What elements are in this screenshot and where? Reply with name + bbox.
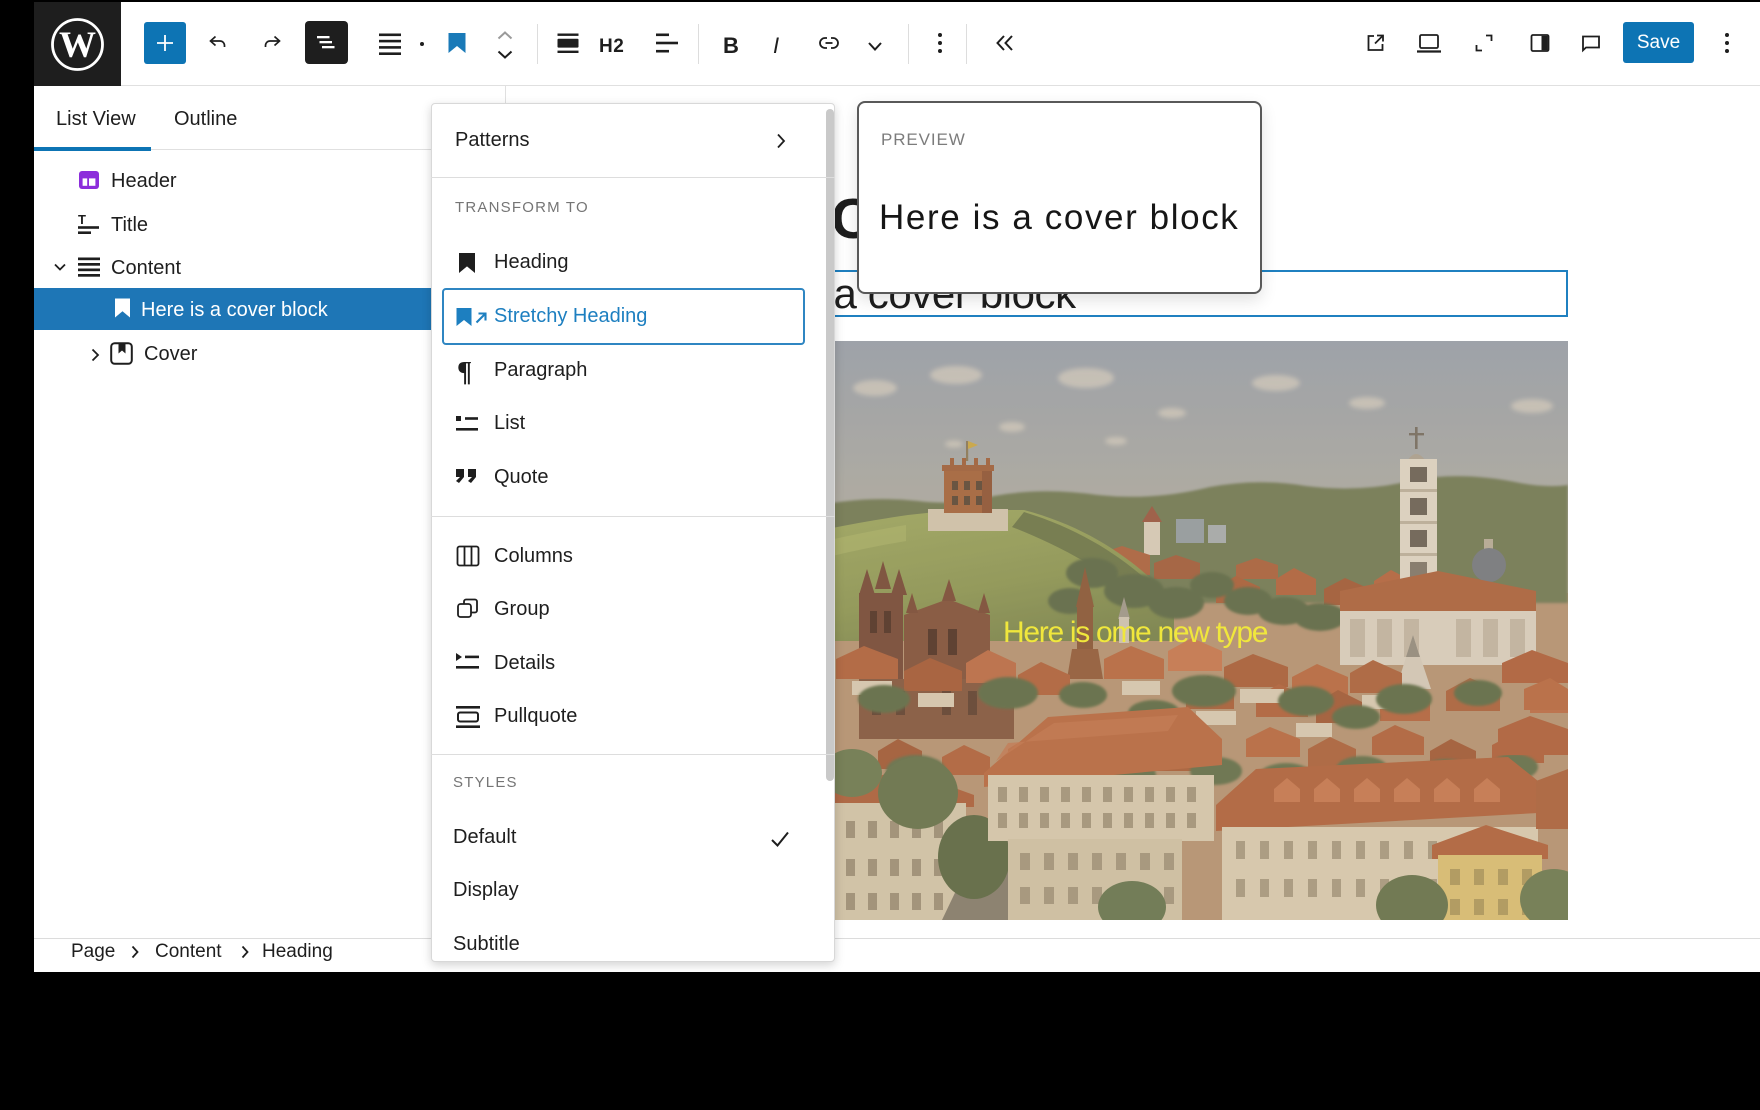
svg-text:W: W	[59, 25, 96, 66]
svg-text:T: T	[78, 213, 86, 227]
